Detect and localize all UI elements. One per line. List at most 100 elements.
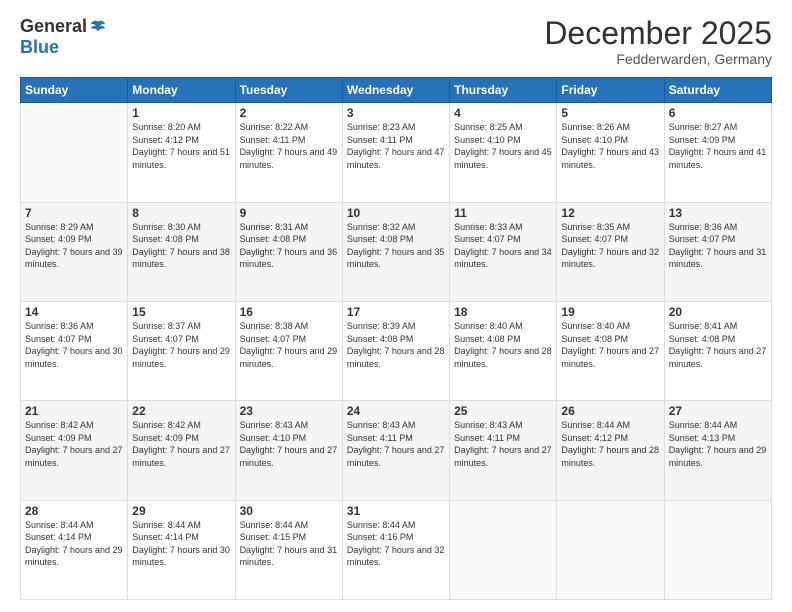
day-info: Sunrise: 8:42 AMSunset: 4:09 PMDaylight:…: [25, 419, 123, 469]
day-number: 5: [561, 106, 659, 120]
logo: General Blue: [20, 16, 107, 58]
table-row: 8Sunrise: 8:30 AMSunset: 4:08 PMDaylight…: [128, 202, 235, 301]
table-row: [21, 103, 128, 202]
table-row: 3Sunrise: 8:23 AMSunset: 4:11 PMDaylight…: [342, 103, 449, 202]
table-row: 25Sunrise: 8:43 AMSunset: 4:11 PMDayligh…: [450, 401, 557, 500]
logo-bird-icon: [89, 18, 107, 36]
table-row: 26Sunrise: 8:44 AMSunset: 4:12 PMDayligh…: [557, 401, 664, 500]
month-title: December 2025: [544, 16, 772, 51]
day-number: 21: [25, 404, 123, 418]
day-number: 17: [347, 305, 445, 319]
table-row: 10Sunrise: 8:32 AMSunset: 4:08 PMDayligh…: [342, 202, 449, 301]
day-number: 23: [240, 404, 338, 418]
day-number: 7: [25, 206, 123, 220]
day-info: Sunrise: 8:32 AMSunset: 4:08 PMDaylight:…: [347, 221, 445, 271]
day-info: Sunrise: 8:44 AMSunset: 4:16 PMDaylight:…: [347, 519, 445, 569]
day-info: Sunrise: 8:22 AMSunset: 4:11 PMDaylight:…: [240, 121, 338, 171]
calendar-week-row: 14Sunrise: 8:36 AMSunset: 4:07 PMDayligh…: [21, 301, 772, 400]
day-number: 9: [240, 206, 338, 220]
day-info: Sunrise: 8:33 AMSunset: 4:07 PMDaylight:…: [454, 221, 552, 271]
title-section: December 2025 Fedderwarden, Germany: [544, 16, 772, 67]
day-info: Sunrise: 8:29 AMSunset: 4:09 PMDaylight:…: [25, 221, 123, 271]
day-info: Sunrise: 8:37 AMSunset: 4:07 PMDaylight:…: [132, 320, 230, 370]
day-number: 12: [561, 206, 659, 220]
table-row: 11Sunrise: 8:33 AMSunset: 4:07 PMDayligh…: [450, 202, 557, 301]
day-info: Sunrise: 8:44 AMSunset: 4:14 PMDaylight:…: [132, 519, 230, 569]
table-row: 2Sunrise: 8:22 AMSunset: 4:11 PMDaylight…: [235, 103, 342, 202]
table-row: 16Sunrise: 8:38 AMSunset: 4:07 PMDayligh…: [235, 301, 342, 400]
day-number: 25: [454, 404, 552, 418]
day-info: Sunrise: 8:44 AMSunset: 4:13 PMDaylight:…: [669, 419, 767, 469]
day-number: 30: [240, 504, 338, 518]
calendar-week-row: 7Sunrise: 8:29 AMSunset: 4:09 PMDaylight…: [21, 202, 772, 301]
calendar-week-row: 28Sunrise: 8:44 AMSunset: 4:14 PMDayligh…: [21, 500, 772, 599]
table-row: 1Sunrise: 8:20 AMSunset: 4:12 PMDaylight…: [128, 103, 235, 202]
day-number: 22: [132, 404, 230, 418]
day-info: Sunrise: 8:26 AMSunset: 4:10 PMDaylight:…: [561, 121, 659, 171]
day-info: Sunrise: 8:31 AMSunset: 4:08 PMDaylight:…: [240, 221, 338, 271]
day-info: Sunrise: 8:40 AMSunset: 4:08 PMDaylight:…: [561, 320, 659, 370]
day-number: 10: [347, 206, 445, 220]
col-wednesday: Wednesday: [342, 78, 449, 103]
table-row: 23Sunrise: 8:43 AMSunset: 4:10 PMDayligh…: [235, 401, 342, 500]
day-info: Sunrise: 8:44 AMSunset: 4:15 PMDaylight:…: [240, 519, 338, 569]
table-row: 21Sunrise: 8:42 AMSunset: 4:09 PMDayligh…: [21, 401, 128, 500]
day-number: 31: [347, 504, 445, 518]
day-info: Sunrise: 8:43 AMSunset: 4:11 PMDaylight:…: [454, 419, 552, 469]
day-number: 28: [25, 504, 123, 518]
day-info: Sunrise: 8:36 AMSunset: 4:07 PMDaylight:…: [669, 221, 767, 271]
table-row: 24Sunrise: 8:43 AMSunset: 4:11 PMDayligh…: [342, 401, 449, 500]
day-info: Sunrise: 8:43 AMSunset: 4:10 PMDaylight:…: [240, 419, 338, 469]
day-number: 20: [669, 305, 767, 319]
day-info: Sunrise: 8:23 AMSunset: 4:11 PMDaylight:…: [347, 121, 445, 171]
logo-general-text: General: [20, 16, 87, 37]
calendar-week-row: 21Sunrise: 8:42 AMSunset: 4:09 PMDayligh…: [21, 401, 772, 500]
day-info: Sunrise: 8:38 AMSunset: 4:07 PMDaylight:…: [240, 320, 338, 370]
col-tuesday: Tuesday: [235, 78, 342, 103]
table-row: 18Sunrise: 8:40 AMSunset: 4:08 PMDayligh…: [450, 301, 557, 400]
header: General Blue December 2025 Fedderwarden,…: [20, 16, 772, 67]
day-number: 29: [132, 504, 230, 518]
day-info: Sunrise: 8:43 AMSunset: 4:11 PMDaylight:…: [347, 419, 445, 469]
table-row: 4Sunrise: 8:25 AMSunset: 4:10 PMDaylight…: [450, 103, 557, 202]
table-row: 9Sunrise: 8:31 AMSunset: 4:08 PMDaylight…: [235, 202, 342, 301]
calendar-week-row: 1Sunrise: 8:20 AMSunset: 4:12 PMDaylight…: [21, 103, 772, 202]
day-number: 2: [240, 106, 338, 120]
day-info: Sunrise: 8:36 AMSunset: 4:07 PMDaylight:…: [25, 320, 123, 370]
col-sunday: Sunday: [21, 78, 128, 103]
day-info: Sunrise: 8:44 AMSunset: 4:14 PMDaylight:…: [25, 519, 123, 569]
day-info: Sunrise: 8:35 AMSunset: 4:07 PMDaylight:…: [561, 221, 659, 271]
table-row: 12Sunrise: 8:35 AMSunset: 4:07 PMDayligh…: [557, 202, 664, 301]
day-number: 1: [132, 106, 230, 120]
table-row: 5Sunrise: 8:26 AMSunset: 4:10 PMDaylight…: [557, 103, 664, 202]
table-row: [664, 500, 771, 599]
day-info: Sunrise: 8:44 AMSunset: 4:12 PMDaylight:…: [561, 419, 659, 469]
table-row: 20Sunrise: 8:41 AMSunset: 4:08 PMDayligh…: [664, 301, 771, 400]
day-number: 16: [240, 305, 338, 319]
day-number: 8: [132, 206, 230, 220]
table-row: 31Sunrise: 8:44 AMSunset: 4:16 PMDayligh…: [342, 500, 449, 599]
table-row: 29Sunrise: 8:44 AMSunset: 4:14 PMDayligh…: [128, 500, 235, 599]
day-info: Sunrise: 8:27 AMSunset: 4:09 PMDaylight:…: [669, 121, 767, 171]
col-monday: Monday: [128, 78, 235, 103]
calendar-table: Sunday Monday Tuesday Wednesday Thursday…: [20, 77, 772, 600]
location-text: Fedderwarden, Germany: [544, 51, 772, 67]
day-number: 3: [347, 106, 445, 120]
logo-blue-text: Blue: [20, 37, 59, 58]
table-row: 7Sunrise: 8:29 AMSunset: 4:09 PMDaylight…: [21, 202, 128, 301]
day-number: 4: [454, 106, 552, 120]
day-number: 27: [669, 404, 767, 418]
calendar-header-row: Sunday Monday Tuesday Wednesday Thursday…: [21, 78, 772, 103]
day-number: 13: [669, 206, 767, 220]
table-row: 30Sunrise: 8:44 AMSunset: 4:15 PMDayligh…: [235, 500, 342, 599]
day-info: Sunrise: 8:20 AMSunset: 4:12 PMDaylight:…: [132, 121, 230, 171]
table-row: [450, 500, 557, 599]
day-number: 24: [347, 404, 445, 418]
col-friday: Friday: [557, 78, 664, 103]
calendar-page: General Blue December 2025 Fedderwarden,…: [0, 0, 792, 612]
day-info: Sunrise: 8:30 AMSunset: 4:08 PMDaylight:…: [132, 221, 230, 271]
table-row: 6Sunrise: 8:27 AMSunset: 4:09 PMDaylight…: [664, 103, 771, 202]
day-number: 19: [561, 305, 659, 319]
table-row: 15Sunrise: 8:37 AMSunset: 4:07 PMDayligh…: [128, 301, 235, 400]
table-row: 28Sunrise: 8:44 AMSunset: 4:14 PMDayligh…: [21, 500, 128, 599]
